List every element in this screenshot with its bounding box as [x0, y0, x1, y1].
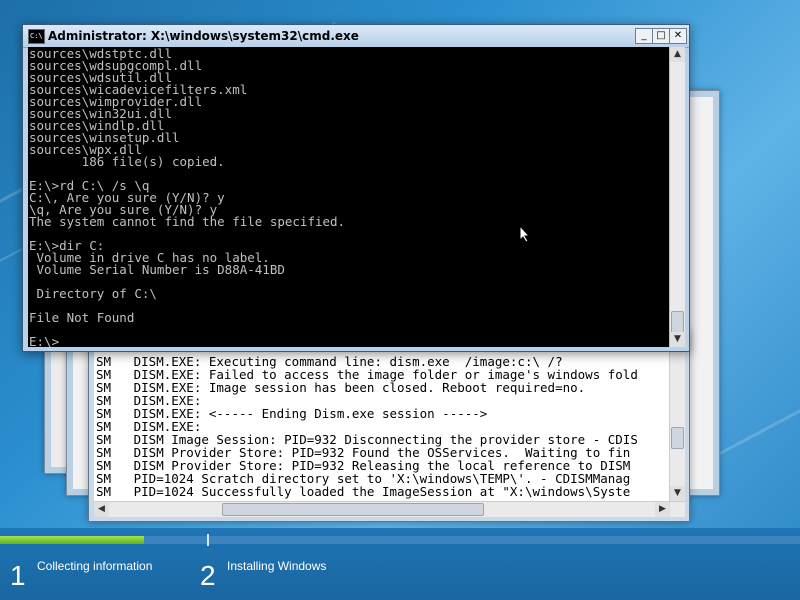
log-horizontal-scroll-thumb[interactable]	[222, 503, 484, 516]
log-vertical-scroll-thumb[interactable]	[671, 427, 684, 449]
cmd-output-line: File Not Found	[29, 310, 135, 325]
scroll-up-arrow-icon[interactable]: ▲	[670, 47, 685, 62]
progress-fill	[0, 536, 144, 544]
dism-log-window: SM DISM.EXE: Executing command line: dis…	[88, 330, 690, 522]
cmd-console-output[interactable]: sources\wdstptc.dll sources\wdsupgcompl.d…	[28, 47, 669, 347]
cmd-output-line	[29, 324, 669, 336]
scroll-right-arrow-icon[interactable]: ▶	[655, 502, 670, 517]
progress-step-separator	[207, 534, 209, 546]
log-line: SM PID=1024 Successfully loaded the Imag…	[96, 484, 631, 499]
cmd-output-line: The system cannot find the file specifie…	[29, 214, 346, 229]
log-text-area[interactable]: SM DISM.EXE: Executing command line: dis…	[94, 335, 669, 501]
cmd-output-line: E:\>_	[29, 334, 67, 347]
step-2-label: Installing Windows	[227, 559, 327, 573]
cmd-window-title: Administrator: X:\windows\system32\cmd.e…	[48, 29, 359, 43]
log-horizontal-scrollbar[interactable]: ◀ ▶	[94, 501, 685, 517]
step-1-number: 1	[10, 560, 26, 591]
maximize-button[interactable]: □	[652, 28, 670, 44]
minimize-button[interactable]: _	[635, 28, 653, 44]
cmd-lines: sources\wdstptc.dll sources\wdsupgcompl.d…	[28, 47, 669, 347]
mouse-pointer-icon	[519, 225, 531, 243]
scroll-down-arrow-icon[interactable]: ▼	[670, 486, 685, 501]
log-lines: SM DISM.EXE: Executing command line: dis…	[94, 335, 669, 498]
scroll-left-arrow-icon[interactable]: ◀	[94, 502, 109, 517]
cmd-title-bar[interactable]: C:\ Administrator: X:\windows\system32\c…	[23, 25, 689, 48]
cmd-output-line: Directory of C:\	[29, 286, 157, 301]
close-button[interactable]: ✕	[669, 28, 687, 44]
cmd-vertical-scrollbar[interactable]: ▲ ▼	[669, 47, 685, 347]
cmd-output-line	[29, 228, 669, 240]
step-1-label: Collecting information	[37, 559, 153, 573]
cmd-output-line: Volume Serial Number is D88A-41BD	[29, 262, 285, 277]
step-2-number: 2	[200, 560, 216, 591]
cmd-output-line: 186 file(s) copied.	[29, 154, 225, 169]
cmd-app-icon: C:\	[28, 29, 45, 44]
cmd-window: C:\ Administrator: X:\windows\system32\c…	[22, 24, 690, 352]
scroll-down-arrow-icon[interactable]: ▼	[670, 332, 685, 347]
log-vertical-scrollbar[interactable]: ▼	[669, 335, 685, 501]
